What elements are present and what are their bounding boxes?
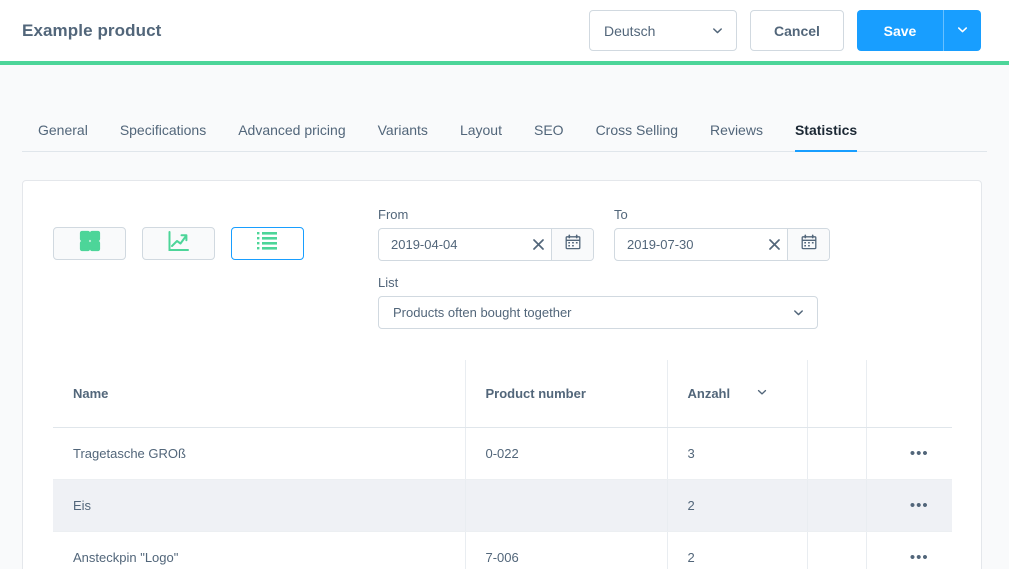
tab-layout[interactable]: Layout bbox=[444, 122, 518, 151]
column-header-anzahl-sort[interactable]: Anzahl bbox=[688, 386, 769, 401]
tab-list: General Specifications Advanced pricing … bbox=[22, 65, 987, 152]
table-header: Name Product number Anzahl bbox=[53, 360, 952, 428]
tab-statistics[interactable]: Statistics bbox=[779, 122, 873, 152]
view-toggle-group bbox=[53, 207, 304, 329]
cancel-button[interactable]: Cancel bbox=[750, 10, 844, 51]
smart-bar-actions: Deutsch Cancel Save bbox=[589, 10, 981, 51]
tabs-container: General Specifications Advanced pricing … bbox=[0, 65, 1009, 152]
cell-product-number: 0-022 bbox=[464, 427, 667, 480]
cell-count: 2 bbox=[666, 479, 807, 532]
from-date-calendar-button[interactable] bbox=[551, 229, 593, 260]
tab-cross-selling[interactable]: Cross Selling bbox=[580, 122, 694, 151]
context-menu-button[interactable]: ••• bbox=[910, 498, 929, 513]
table-row[interactable]: Ansteckpin "Logo" 7-006 2 ••• bbox=[53, 531, 952, 569]
column-header-product-number[interactable]: Product number bbox=[464, 360, 667, 428]
grid-icon bbox=[79, 230, 101, 257]
cell-actions: ••• bbox=[865, 427, 952, 480]
column-header-anzahl[interactable]: Anzahl bbox=[666, 360, 807, 428]
language-select-value: Deutsch bbox=[604, 22, 656, 39]
cell-count: 3 bbox=[666, 427, 807, 480]
tab-variants[interactable]: Variants bbox=[362, 122, 444, 151]
to-date-calendar-button[interactable] bbox=[787, 229, 829, 260]
chevron-down-icon bbox=[711, 24, 724, 37]
statistics-table: Name Product number Anzahl Tragetasche G… bbox=[53, 360, 952, 569]
tab-seo[interactable]: SEO bbox=[518, 122, 580, 151]
from-date-field[interactable]: 2019-04-04 bbox=[378, 228, 594, 261]
line-chart-icon bbox=[167, 230, 190, 258]
grid-view-button[interactable] bbox=[53, 227, 126, 260]
table-row[interactable]: Tragetasche GROß 0-022 3 ••• bbox=[53, 427, 952, 480]
chevron-down-icon bbox=[792, 306, 805, 319]
save-options-button[interactable] bbox=[943, 10, 981, 51]
list-view-button[interactable] bbox=[231, 227, 304, 260]
from-date-clear-button[interactable] bbox=[525, 229, 551, 260]
list-select-value: Products often bought together bbox=[393, 305, 572, 320]
statistics-filters: From 2019-04-04 To 2019-07-30 List Produ… bbox=[378, 207, 830, 329]
from-date-group: From 2019-04-04 bbox=[378, 207, 594, 261]
table-row[interactable]: Eis 2 ••• bbox=[53, 479, 952, 532]
chevron-down-icon bbox=[756, 386, 768, 401]
cell-blank bbox=[806, 531, 866, 569]
save-button[interactable]: Save bbox=[857, 10, 943, 51]
column-header-blank bbox=[806, 360, 866, 428]
save-button-group: Save bbox=[857, 10, 981, 51]
list-icon bbox=[256, 231, 279, 256]
cell-actions: ••• bbox=[865, 531, 952, 569]
cell-name: Tragetasche GROß bbox=[53, 427, 465, 480]
to-date-group: To 2019-07-30 bbox=[614, 207, 830, 261]
from-date-input[interactable]: 2019-04-04 bbox=[379, 229, 525, 260]
to-date-field[interactable]: 2019-07-30 bbox=[614, 228, 830, 261]
tab-general[interactable]: General bbox=[22, 122, 104, 151]
list-select-label: List bbox=[378, 275, 399, 290]
smart-bar: Example product Deutsch Cancel Save bbox=[0, 0, 1009, 61]
cell-blank bbox=[806, 479, 866, 532]
table-body: Tragetasche GROß 0-022 3 ••• Eis 2 ••• A… bbox=[53, 427, 952, 569]
table-header-row: Name Product number Anzahl bbox=[53, 360, 952, 428]
from-date-label: From bbox=[378, 207, 409, 222]
cell-name: Ansteckpin "Logo" bbox=[53, 531, 465, 569]
language-select[interactable]: Deutsch bbox=[589, 10, 737, 51]
cell-product-number bbox=[464, 479, 667, 532]
cell-product-number: 7-006 bbox=[464, 531, 667, 569]
close-icon bbox=[768, 237, 780, 253]
statistics-card: From 2019-04-04 To 2019-07-30 List Produ… bbox=[22, 180, 982, 569]
cell-actions: ••• bbox=[865, 479, 952, 532]
tab-specifications[interactable]: Specifications bbox=[104, 122, 222, 151]
cell-count: 2 bbox=[666, 531, 807, 569]
list-select-group: List Products often bought together bbox=[378, 275, 830, 329]
calendar-icon bbox=[801, 234, 817, 255]
cell-blank bbox=[806, 427, 866, 480]
tab-reviews[interactable]: Reviews bbox=[694, 122, 779, 151]
statistics-table-wrapper: Name Product number Anzahl Tragetasche G… bbox=[23, 360, 981, 569]
column-header-actions bbox=[865, 360, 952, 428]
close-icon bbox=[532, 237, 544, 253]
calendar-icon bbox=[565, 234, 581, 255]
chevron-down-icon bbox=[956, 23, 969, 39]
cell-name: Eis bbox=[53, 479, 465, 532]
chart-view-button[interactable] bbox=[142, 227, 215, 260]
column-header-anzahl-label: Anzahl bbox=[687, 385, 731, 401]
to-date-label: To bbox=[614, 207, 628, 222]
tab-advanced-pricing[interactable]: Advanced pricing bbox=[222, 122, 361, 151]
context-menu-button[interactable]: ••• bbox=[910, 550, 929, 565]
page-title: Example product bbox=[22, 20, 162, 40]
to-date-clear-button[interactable] bbox=[761, 229, 787, 260]
list-select[interactable]: Products often bought together bbox=[378, 296, 818, 329]
statistics-toolbar: From 2019-04-04 To 2019-07-30 List Produ… bbox=[23, 207, 981, 329]
context-menu-button[interactable]: ••• bbox=[910, 446, 929, 461]
date-range-row: From 2019-04-04 To 2019-07-30 bbox=[378, 207, 830, 261]
column-header-name[interactable]: Name bbox=[53, 360, 465, 428]
to-date-input[interactable]: 2019-07-30 bbox=[615, 229, 761, 260]
